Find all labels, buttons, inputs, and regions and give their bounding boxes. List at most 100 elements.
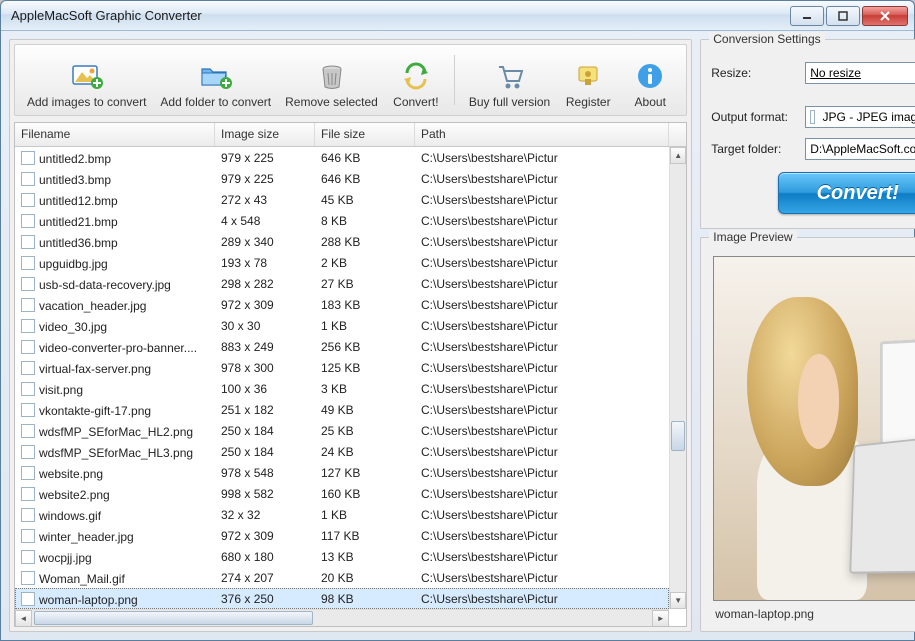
buy-button[interactable]: Buy full version	[463, 49, 556, 111]
table-row[interactable]: Woman_Mail.gif274 x 20720 KBC:\Users\bes…	[15, 567, 669, 588]
table-row[interactable]: untitled21.bmp4 x 5488 KBC:\Users\bestsh…	[15, 210, 669, 231]
table-row[interactable]: visit.png100 x 363 KBC:\Users\bestshare\…	[15, 378, 669, 399]
cart-icon	[493, 59, 527, 93]
right-pane: Conversion Settings Resize: No resize Ou…	[700, 39, 915, 632]
add-images-icon	[70, 59, 104, 93]
table-row[interactable]: wocpjj.jpg680 x 18013 KBC:\Users\bestsha…	[15, 546, 669, 567]
conversion-settings-group: Conversion Settings Resize: No resize Ou…	[700, 39, 915, 229]
buy-label: Buy full version	[469, 95, 550, 109]
col-filesize[interactable]: File size	[315, 123, 415, 146]
format-label: Output format:	[711, 110, 797, 124]
resize-combo[interactable]: No resize	[805, 62, 915, 84]
add-images-label: Add images to convert	[27, 95, 146, 109]
scroll-track[interactable]	[670, 164, 686, 592]
trash-icon	[315, 59, 349, 93]
titlebar[interactable]: AppleMacSoft Graphic Converter	[1, 1, 914, 31]
file-icon	[21, 403, 35, 417]
table-row[interactable]: video_30.jpg30 x 301 KBC:\Users\bestshar…	[15, 315, 669, 336]
table-row[interactable]: website2.png998 x 582160 KBC:\Users\best…	[15, 483, 669, 504]
close-icon	[880, 11, 890, 21]
preview-group-title: Image Preview	[709, 230, 796, 244]
col-imagesize[interactable]: Image size	[215, 123, 315, 146]
table-row[interactable]: untitled2.bmp979 x 225646 KBC:\Users\bes…	[15, 147, 669, 168]
col-path[interactable]: Path	[415, 123, 669, 146]
convert-toolbar-button[interactable]: Convert!	[386, 49, 446, 111]
convert-main-button[interactable]: Convert!	[778, 172, 915, 214]
vertical-scrollbar[interactable]: ▲ ▼	[669, 147, 686, 609]
file-icon	[21, 151, 35, 165]
table-row[interactable]: website.png978 x 548127 KBC:\Users\bests…	[15, 462, 669, 483]
file-icon	[21, 550, 35, 564]
file-icon	[21, 571, 35, 585]
add-folder-button[interactable]: Add folder to convert	[154, 49, 277, 111]
convert-label: Convert!	[393, 95, 438, 109]
file-icon	[21, 361, 35, 375]
table-row[interactable]: virtual-fax-server.png978 x 300125 KBC:\…	[15, 357, 669, 378]
minimize-icon	[802, 11, 812, 21]
image-preview-group: Image Preview woman-laptop.png	[700, 237, 915, 632]
settings-group-title: Conversion Settings	[709, 32, 824, 46]
file-grid: Filename Image size File size Path untit…	[14, 122, 687, 627]
table-row[interactable]: windows.gif32 x 321 KBC:\Users\bestshare…	[15, 504, 669, 525]
file-icon	[21, 592, 35, 606]
file-icon	[21, 277, 35, 291]
table-row[interactable]: vacation_header.jpg972 x 309183 KBC:\Use…	[15, 294, 669, 315]
info-icon	[633, 59, 667, 93]
scroll-left-button[interactable]: ◄	[15, 610, 32, 627]
client-area: Add images to convert Add folder to conv…	[1, 31, 914, 640]
table-row[interactable]: wdsfMP_SEforMac_HL3.png250 x 18424 KBC:\…	[15, 441, 669, 462]
scroll-right-button[interactable]: ►	[652, 610, 669, 627]
resize-label: Resize:	[711, 66, 797, 80]
add-folder-label: Add folder to convert	[160, 95, 271, 109]
preview-image	[713, 256, 915, 601]
file-icon	[21, 298, 35, 312]
table-row[interactable]: untitled3.bmp979 x 225646 KBC:\Users\bes…	[15, 168, 669, 189]
file-icon	[21, 529, 35, 543]
about-button[interactable]: About	[620, 49, 680, 111]
scroll-thumb[interactable]	[671, 421, 685, 451]
close-button[interactable]	[862, 6, 908, 26]
table-row[interactable]: untitled36.bmp289 x 340288 KBC:\Users\be…	[15, 231, 669, 252]
about-label: About	[635, 95, 666, 109]
minimize-button[interactable]	[790, 6, 824, 26]
remove-selected-button[interactable]: Remove selected	[279, 49, 384, 111]
folder-label: Target folder:	[711, 142, 797, 156]
file-icon	[810, 110, 814, 124]
file-icon	[21, 466, 35, 480]
table-row[interactable]: vkontakte-gift-17.png251 x 18249 KBC:\Us…	[15, 399, 669, 420]
file-icon	[21, 487, 35, 501]
h-scroll-track[interactable]	[32, 610, 652, 626]
file-icon	[21, 340, 35, 354]
scroll-up-button[interactable]: ▲	[670, 147, 686, 164]
table-row[interactable]: usb-sd-data-recovery.jpg298 x 28227 KBC:…	[15, 273, 669, 294]
register-icon	[571, 59, 605, 93]
table-row[interactable]: untitled12.bmp272 x 4345 KBC:\Users\best…	[15, 189, 669, 210]
file-icon	[21, 424, 35, 438]
file-icon	[21, 172, 35, 186]
table-row[interactable]: wdsfMP_SEforMac_HL2.png250 x 18425 KBC:\…	[15, 420, 669, 441]
scroll-down-button[interactable]: ▼	[670, 592, 686, 609]
window-title: AppleMacSoft Graphic Converter	[11, 8, 202, 23]
horizontal-scrollbar[interactable]: ◄ ►	[15, 609, 669, 626]
output-format-combo[interactable]: JPG - JPEG image form	[805, 106, 915, 128]
format-value: JPG - JPEG image form	[823, 110, 915, 124]
register-button[interactable]: Register	[558, 49, 618, 111]
table-row[interactable]: video-converter-pro-banner....883 x 2492…	[15, 336, 669, 357]
file-icon	[21, 193, 35, 207]
toolbar-separator	[454, 55, 455, 105]
table-row[interactable]: winter_header.jpg972 x 309117 KBC:\Users…	[15, 525, 669, 546]
remove-label: Remove selected	[285, 95, 378, 109]
table-row[interactable]: woman-laptop.png376 x 25098 KBC:\Users\b…	[15, 588, 669, 609]
target-folder-input[interactable]: D:\AppleMacSoft.com\images	[805, 138, 915, 160]
file-icon	[21, 256, 35, 270]
h-scroll-thumb[interactable]	[34, 611, 313, 625]
file-icon	[21, 382, 35, 396]
add-images-button[interactable]: Add images to convert	[21, 49, 152, 111]
grid-body[interactable]: untitled2.bmp979 x 225646 KBC:\Users\bes…	[15, 147, 669, 609]
maximize-button[interactable]	[826, 6, 860, 26]
app-window: AppleMacSoft Graphic Converter Add image…	[0, 0, 915, 641]
col-filename[interactable]: Filename	[15, 123, 215, 146]
main-toolbar: Add images to convert Add folder to conv…	[14, 44, 687, 116]
resize-value: No resize	[810, 66, 861, 80]
table-row[interactable]: upguidbg.jpg193 x 782 KBC:\Users\bestsha…	[15, 252, 669, 273]
